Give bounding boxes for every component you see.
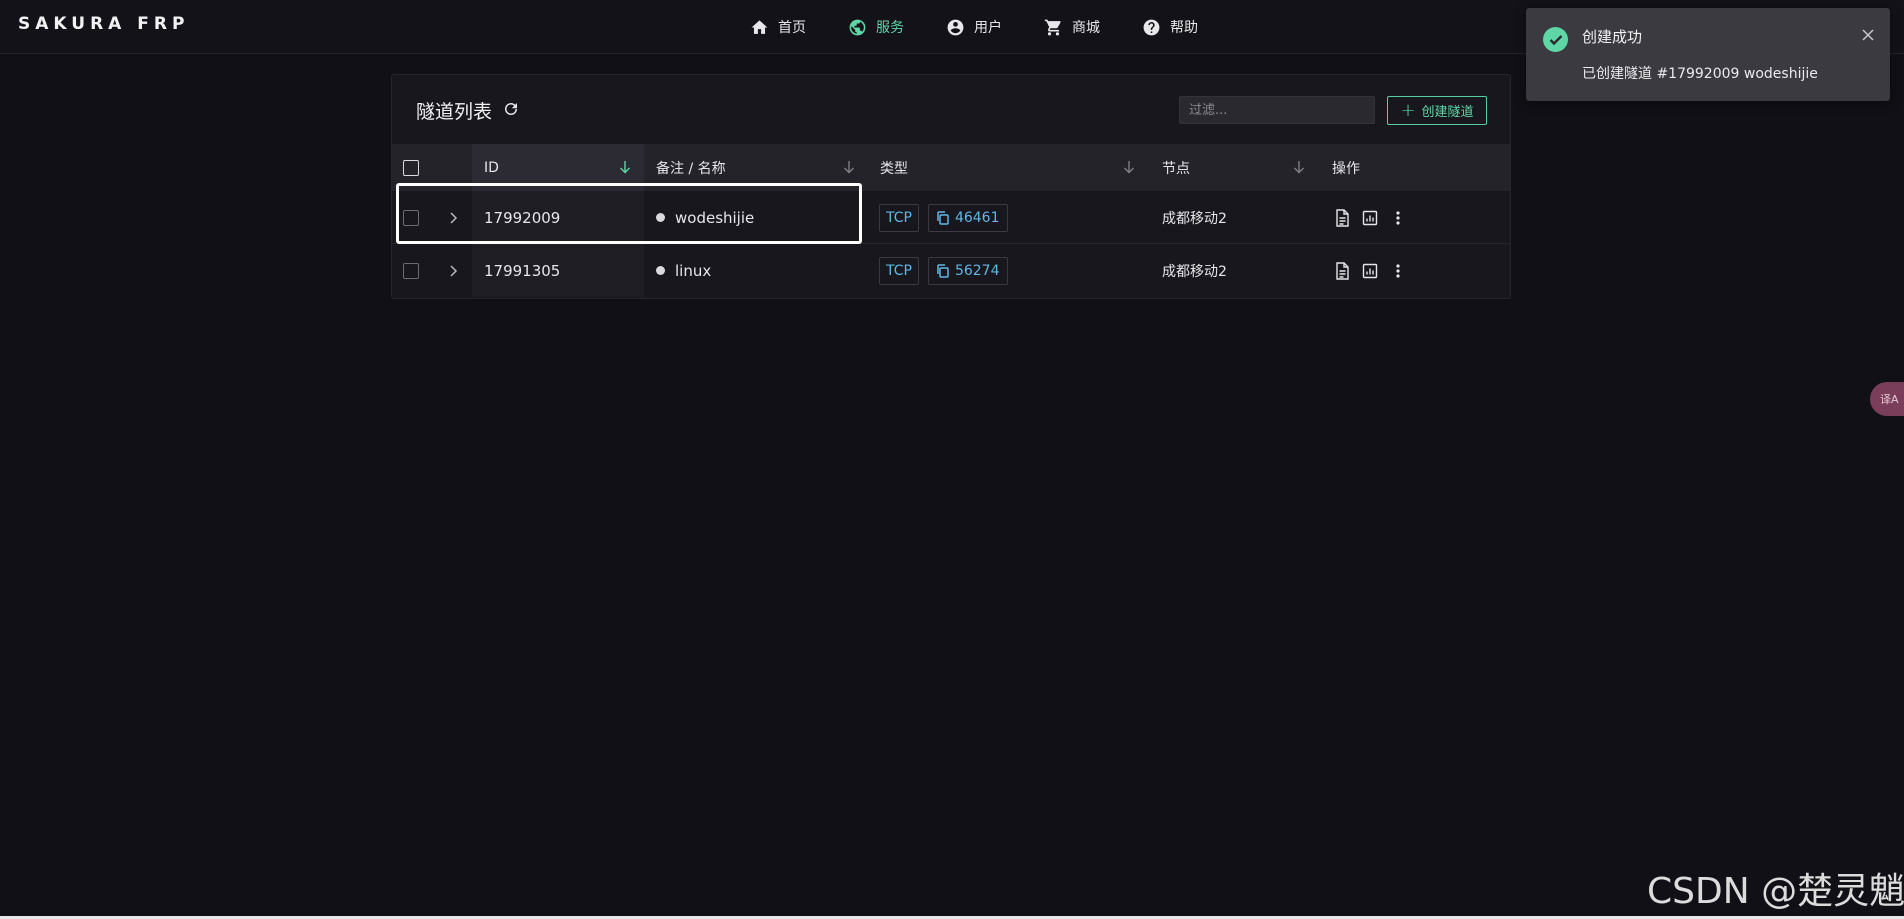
row-select-cell: [403, 244, 419, 297]
nav-item-shop[interactable]: 商城: [1044, 17, 1100, 37]
nav-item-label: 商城: [1072, 20, 1100, 36]
row-name-text: linux: [675, 261, 712, 280]
column-header-label: 节点: [1162, 160, 1190, 177]
nav-item-user[interactable]: 用户: [946, 17, 1002, 37]
table-row[interactable]: 17991305 linux TCP 56274 成都移动2: [392, 244, 1510, 297]
row-id: 17991305: [472, 244, 644, 297]
port-text: 46461: [954, 209, 1000, 226]
nav-item-services[interactable]: 服务: [848, 17, 904, 37]
sort-arrow-icon[interactable]: [1122, 159, 1136, 175]
row-checkbox[interactable]: [403, 209, 419, 226]
nav-item-label: 首页: [778, 20, 806, 36]
nav-item-help[interactable]: 帮助: [1142, 17, 1198, 37]
refresh-icon[interactable]: [501, 99, 521, 119]
translate-button[interactable]: 译A: [1870, 382, 1904, 416]
column-header-node[interactable]: 节点: [1150, 144, 1320, 191]
row-name: wodeshijie: [656, 191, 754, 244]
card-title: 隧道列表: [416, 101, 493, 123]
status-dot-icon: [656, 213, 665, 222]
column-header-label: 备注 / 名称: [656, 160, 726, 177]
translate-icon: 译A: [1880, 393, 1899, 406]
row-node: 成都移动2: [1162, 244, 1227, 297]
column-header-label: 类型: [880, 160, 908, 177]
toast-title: 创建成功: [1582, 28, 1643, 46]
column-header-label: 操作: [1332, 160, 1360, 177]
select-all-checkbox[interactable]: [403, 159, 419, 176]
row-id-text: 17992009: [484, 208, 561, 227]
column-header-label: ID: [484, 159, 499, 176]
more-vertical-icon[interactable]: [1390, 209, 1406, 227]
document-icon[interactable]: [1334, 261, 1350, 280]
column-header-actions: 操作: [1320, 144, 1500, 191]
chart-icon[interactable]: [1362, 209, 1378, 227]
port-copy-tag[interactable]: 56274: [927, 256, 1008, 285]
filter-input[interactable]: [1179, 96, 1375, 124]
table-header: ID 备注 / 名称 类型 节点 操作: [392, 144, 1510, 191]
watermark: CSDN @楚灵魈: [1647, 871, 1904, 912]
row-actions: [1334, 191, 1406, 244]
copy-icon: [937, 210, 949, 225]
row-node-text: 成都移动2: [1162, 263, 1227, 280]
column-header-id[interactable]: ID: [472, 144, 644, 191]
protocol-tag: TCP: [879, 203, 919, 232]
row-checkbox[interactable]: [403, 262, 419, 279]
row-id-text: 17991305: [484, 261, 561, 280]
expand-chevron-icon[interactable]: [448, 191, 458, 244]
copy-icon: [937, 263, 949, 278]
row-select-cell: [403, 191, 419, 244]
nav-item-label: 服务: [876, 20, 904, 36]
plus-icon: +: [1400, 99, 1416, 121]
check-circle-icon: [1543, 27, 1568, 52]
table-row[interactable]: 17992009 wodeshijie TCP 46461 成都移动2: [392, 191, 1510, 244]
column-header-type[interactable]: 类型: [868, 144, 1150, 191]
expand-chevron-icon[interactable]: [448, 244, 458, 297]
more-vertical-icon[interactable]: [1390, 262, 1406, 280]
column-header-name[interactable]: 备注 / 名称: [644, 144, 868, 191]
close-icon[interactable]: [1861, 27, 1875, 41]
sort-arrow-icon[interactable]: [842, 159, 856, 175]
row-type: TCP 56274: [879, 244, 1008, 297]
row-id: 17992009: [472, 191, 644, 244]
cart-icon: [1044, 19, 1061, 35]
nav-item-home[interactable]: 首页: [750, 17, 806, 37]
document-icon[interactable]: [1334, 208, 1350, 227]
chart-icon[interactable]: [1362, 262, 1378, 280]
user-circle-icon: [947, 19, 964, 35]
select-all-cell: [403, 144, 423, 191]
row-name-text: wodeshijie: [675, 208, 755, 227]
port-copy-tag[interactable]: 46461: [927, 203, 1008, 232]
row-node-text: 成都移动2: [1162, 210, 1227, 227]
app-logo[interactable]: SAKURA FRP: [18, 14, 189, 34]
success-toast: 创建成功 已创建隧道 #17992009 wodeshijie: [1526, 8, 1890, 101]
home-icon: [751, 19, 768, 34]
port-text: 56274: [954, 262, 1000, 279]
nav-item-label: 用户: [974, 20, 1002, 36]
create-tunnel-label: 创建隧道: [1421, 105, 1474, 120]
status-dot-icon: [656, 266, 665, 275]
nav-item-label: 帮助: [1170, 20, 1198, 36]
row-type: TCP 46461: [879, 191, 1008, 244]
main-nav: 首页 服务 用户 商城 帮助: [750, 0, 1240, 54]
toast-message: 已创建隧道 #17992009 wodeshijie: [1582, 66, 1818, 82]
create-tunnel-button[interactable]: + 创建隧道: [1387, 96, 1487, 125]
sort-arrow-icon[interactable]: [618, 159, 632, 175]
globe-icon: [849, 19, 866, 35]
row-name: linux: [656, 244, 711, 297]
help-circle-icon: [1143, 19, 1160, 35]
sort-arrow-icon[interactable]: [1292, 159, 1306, 175]
row-node: 成都移动2: [1162, 191, 1227, 244]
protocol-tag: TCP: [879, 256, 919, 285]
row-actions: [1334, 244, 1406, 297]
tunnel-list-card: 隧道列表 + 创建隧道 ID 备注 / 名称 类型 节点 操作: [391, 74, 1511, 299]
